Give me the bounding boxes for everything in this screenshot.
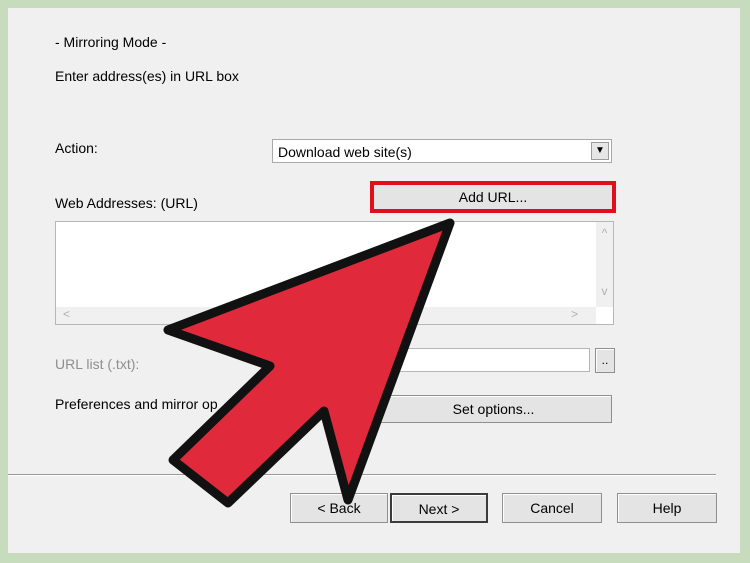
pointer-arrow-icon <box>163 218 455 508</box>
mirroring-wizard-dialog: - Mirroring Mode - Enter address(es) in … <box>8 8 740 553</box>
